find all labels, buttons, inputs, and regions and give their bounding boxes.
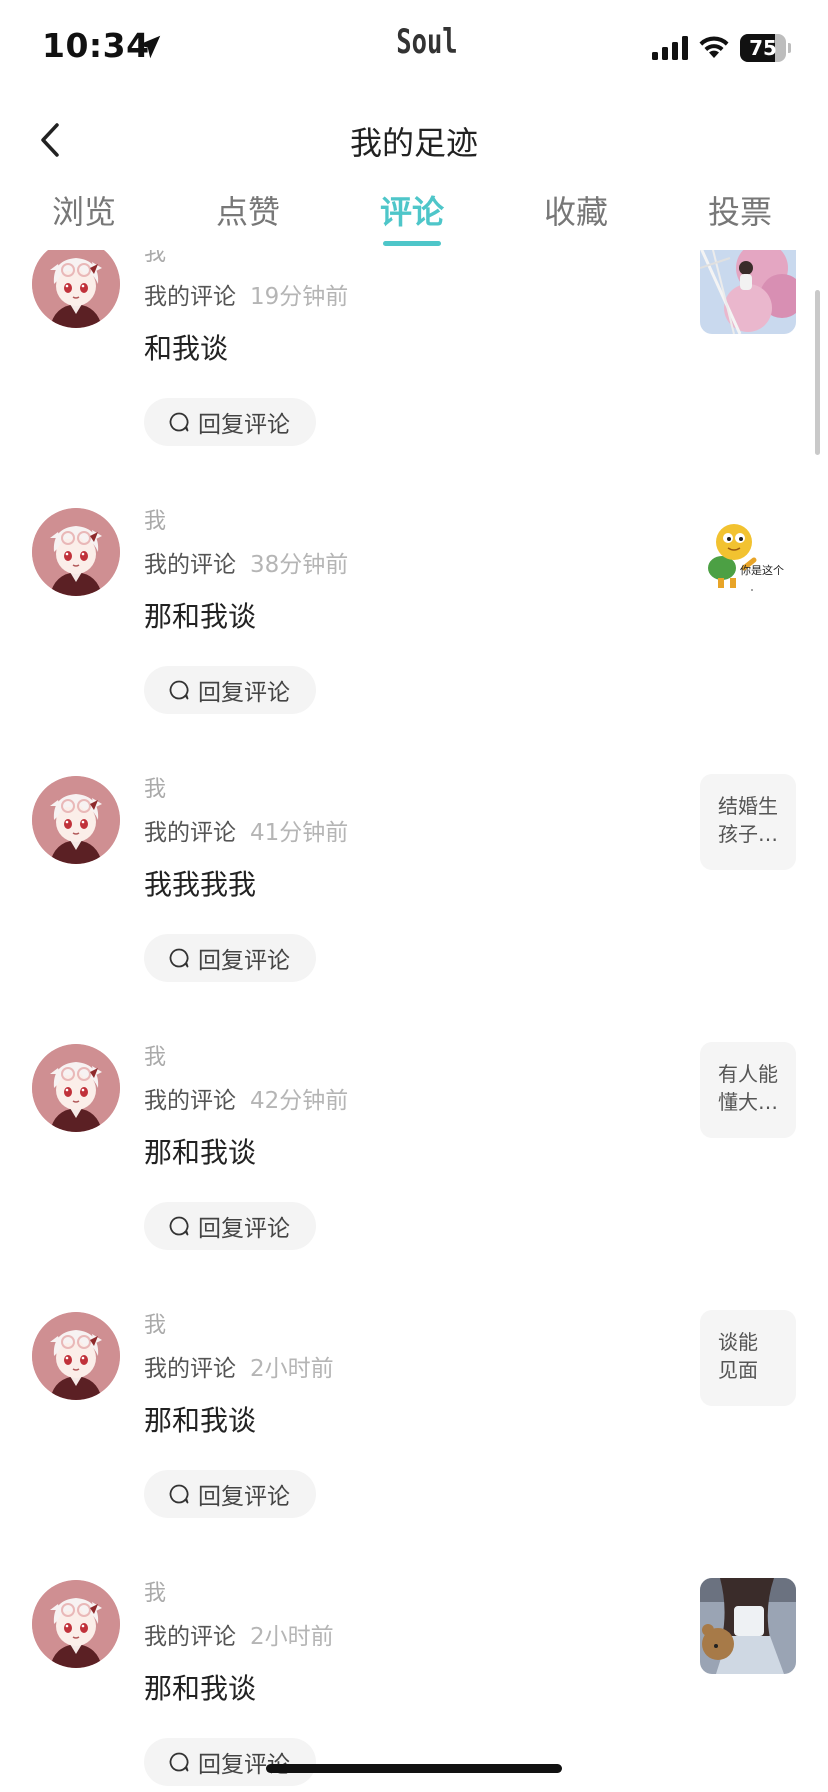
comment-meta: 我的评论 38分钟前 — [144, 550, 348, 580]
battery-level: 75 — [749, 36, 777, 60]
user-name: 我 — [144, 1045, 167, 1070]
comment-meta: 我的评论 42分钟前 — [144, 1086, 348, 1116]
tab-label: 收藏 — [543, 193, 608, 231]
comment-item[interactable]: 我我的评论 19分钟前 和我谈回复评论 — [0, 250, 828, 508]
wifi-icon — [699, 36, 729, 58]
thumbnail-text-line: 懂大… — [718, 1090, 778, 1114]
user-name: 我 — [144, 1313, 167, 1338]
comment-timestamp: 42分钟前 — [250, 1088, 349, 1114]
page-title: 我的足迹 — [349, 124, 478, 162]
home-indicator[interactable] — [266, 1764, 562, 1773]
user-name: 我 — [144, 777, 167, 802]
scrollbar[interactable] — [815, 290, 820, 455]
tab-browse[interactable]: 浏览 — [24, 190, 144, 246]
app-logo: Soul — [396, 22, 458, 62]
reply-comment-button[interactable]: 回复评论 — [144, 666, 316, 714]
comment-text: 那和我谈 — [144, 1672, 257, 1705]
comment-timestamp: 2小时前 — [250, 1356, 334, 1382]
battery-icon: 75 — [740, 34, 791, 62]
comment-label: 我的评论 — [144, 1356, 236, 1382]
post-thumbnail[interactable]: 谈能 见面 — [700, 1310, 796, 1406]
comment-item[interactable]: 我我的评论 2小时前那和我谈回复评论 谈能见面 — [0, 1310, 828, 1580]
post-thumbnail[interactable]: 结婚生孩子… — [700, 774, 796, 870]
user-name: 我 — [144, 250, 167, 266]
reply-label: 回复评论 — [198, 948, 290, 974]
tab-label: 点赞 — [215, 193, 280, 231]
comment-meta: 我的评论 41分钟前 — [144, 818, 348, 848]
reply-label: 回复评论 — [198, 1484, 290, 1510]
location-arrow-icon — [137, 35, 161, 59]
comment-label: 我的评论 — [144, 1088, 236, 1114]
thumbnail-text-line: 谈能 — [718, 1330, 758, 1354]
reply-comment-button[interactable]: 回复评论 — [144, 398, 316, 446]
tab-label: 投票 — [707, 193, 772, 231]
post-thumbnail[interactable]: 你是这个 — [700, 506, 796, 602]
chat-bubble-icon — [169, 680, 189, 700]
post-thumbnail[interactable] — [700, 250, 796, 334]
thumbnail-text-line: 有人能 — [718, 1062, 778, 1086]
comment-meta: 我的评论 2小时前 — [144, 1354, 334, 1384]
comment-timestamp: 41分钟前 — [250, 820, 349, 846]
reply-comment-button[interactable]: 回复评论 — [144, 1470, 316, 1518]
avatar[interactable] — [32, 1312, 120, 1400]
tab-label: 浏览 — [51, 193, 116, 231]
comment-meta: 我的评论 2小时前 — [144, 1622, 334, 1652]
tab-label: 评论 — [379, 193, 444, 231]
comment-item[interactable]: 我我的评论 38分钟前那和我谈回复评论 你是这个 — [0, 506, 828, 776]
comment-text: 那和我谈 — [144, 1404, 257, 1437]
chat-bubble-icon — [169, 1484, 189, 1504]
comment-text: 那和我谈 — [144, 1136, 257, 1169]
avatar[interactable] — [32, 1580, 120, 1668]
comment-label: 我的评论 — [144, 1624, 236, 1650]
comment-timestamp: 19分钟前 — [250, 284, 349, 310]
tab-favorites[interactable]: 收藏 — [516, 190, 636, 246]
reply-label: 回复评论 — [198, 1216, 290, 1242]
reply-comment-button[interactable]: 回复评论 — [144, 1738, 316, 1786]
reply-label: 回复评论 — [198, 412, 290, 438]
chat-bubble-icon — [169, 948, 189, 968]
comment-meta: 我的评论 19分钟前 — [144, 282, 348, 312]
tab-active-indicator — [383, 241, 441, 246]
avatar[interactable] — [32, 250, 120, 328]
comment-label: 我的评论 — [144, 284, 236, 310]
thumbnail-text-line: 见面 — [718, 1358, 758, 1382]
comment-label: 我的评论 — [144, 552, 236, 578]
reply-comment-button[interactable]: 回复评论 — [144, 934, 316, 982]
post-thumbnail[interactable] — [700, 1578, 796, 1674]
signal-icon — [652, 36, 688, 60]
comment-timestamp: 2小时前 — [250, 1624, 334, 1650]
tab-likes[interactable]: 点赞 — [188, 190, 308, 246]
nav-header: 我的足迹 — [0, 100, 828, 180]
chat-bubble-icon — [169, 1752, 189, 1772]
tab-bar: 浏览 点赞 评论 收藏 投票 — [0, 190, 828, 250]
comment-text: 和我谈 — [144, 332, 229, 365]
comment-timestamp: 38分钟前 — [250, 552, 349, 578]
sticker-caption: 你是这个 — [740, 563, 784, 577]
comment-text: 我我我我 — [144, 868, 257, 901]
reply-label: 回复评论 — [198, 1752, 290, 1778]
comment-item[interactable]: 我我的评论 41分钟前我我我我回复评论 结婚生孩子… — [0, 774, 828, 1044]
post-thumbnail[interactable]: 有人能懂大… — [700, 1042, 796, 1138]
chat-bubble-icon — [169, 1216, 189, 1236]
thumbnail-text-line: 结婚生 — [718, 794, 778, 818]
user-name: 我 — [144, 1581, 167, 1606]
comment-list[interactable]: 我我的评论 19分钟前 和我谈 回复评论我我的评论 38分钟前 那和我谈 回复评论 你是这个我… — [0, 250, 828, 1792]
reply-label: 回复评论 — [198, 680, 290, 706]
chat-bubble-icon — [169, 412, 189, 432]
status-bar: 10:34 Soul 75 — [0, 0, 828, 100]
comment-text: 那和我谈 — [144, 600, 257, 633]
comment-item[interactable]: 我我的评论 2小时前那和我谈回复评论 — [0, 1578, 828, 1792]
thumbnail-text-line: 孩子… — [718, 822, 778, 846]
avatar[interactable] — [32, 508, 120, 596]
user-name: 我 — [144, 509, 167, 534]
comment-label: 我的评论 — [144, 820, 236, 846]
comment-item[interactable]: 我我的评论 42分钟前那和我谈回复评论 有人能懂大… — [0, 1042, 828, 1312]
avatar[interactable] — [32, 1044, 120, 1132]
tab-comments[interactable]: 评论 — [352, 190, 472, 246]
avatar[interactable] — [32, 776, 120, 864]
tab-votes[interactable]: 投票 — [680, 190, 800, 246]
reply-comment-button[interactable]: 回复评论 — [144, 1202, 316, 1250]
